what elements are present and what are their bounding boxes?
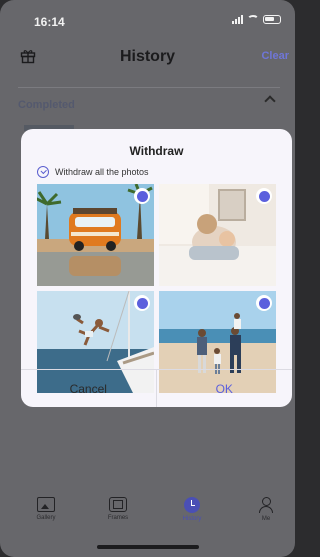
cancel-button[interactable]: Cancel	[21, 370, 157, 407]
wifi-icon	[247, 14, 259, 24]
page-title: History	[119, 48, 176, 65]
signal-icon	[232, 14, 243, 24]
selected-indicator-icon[interactable]	[134, 188, 150, 204]
check-circle-icon[interactable]	[37, 166, 49, 178]
selected-indicator-icon[interactable]	[134, 295, 150, 311]
history-icon	[184, 497, 200, 513]
section-label: Completed	[18, 99, 75, 111]
nav-label: Gallery	[36, 515, 56, 521]
photo-van[interactable]	[37, 184, 154, 286]
nav-item-frames[interactable]: Frames	[88, 497, 148, 521]
clear-button[interactable]: Clear	[261, 50, 289, 62]
status-time: 16:14	[34, 15, 65, 29]
dialog-buttons: Cancel OK	[21, 369, 292, 407]
header-divider	[18, 87, 280, 88]
frames-icon	[109, 497, 127, 512]
person-icon	[258, 497, 274, 513]
selected-indicator-icon[interactable]	[256, 188, 272, 204]
withdraw-all-option[interactable]: Withdraw all the photos	[37, 165, 149, 179]
status-icons	[232, 14, 281, 24]
nav-label: Frames	[107, 515, 129, 521]
nav-item-me[interactable]: Me	[236, 497, 295, 522]
photo-mother-baby[interactable]	[159, 184, 276, 286]
dialog-title: Withdraw	[129, 144, 184, 158]
nav-label: Me	[261, 516, 271, 522]
phone-screen: 16:14 History Clear Completed Withdraw W…	[0, 0, 295, 557]
home-indicator[interactable]	[97, 545, 199, 549]
withdraw-dialog: Withdraw Withdraw all the photos Cancel …	[21, 129, 292, 407]
nav-item-gallery[interactable]: Gallery	[16, 497, 76, 521]
header: History Clear	[0, 38, 295, 76]
selected-indicator-icon[interactable]	[256, 295, 272, 311]
chevron-up-icon	[264, 95, 276, 107]
battery-icon	[263, 14, 281, 24]
gallery-icon	[37, 497, 55, 512]
ok-button[interactable]: OK	[157, 370, 293, 407]
withdraw-all-label: Withdraw all the photos	[55, 167, 149, 177]
bottom-nav: Gallery Frames History Me	[0, 497, 295, 542]
nav-label: History	[182, 516, 202, 522]
completed-section-header[interactable]: Completed	[18, 95, 280, 115]
nav-item-history[interactable]: History	[162, 497, 222, 522]
status-bar: 16:14	[0, 0, 295, 36]
